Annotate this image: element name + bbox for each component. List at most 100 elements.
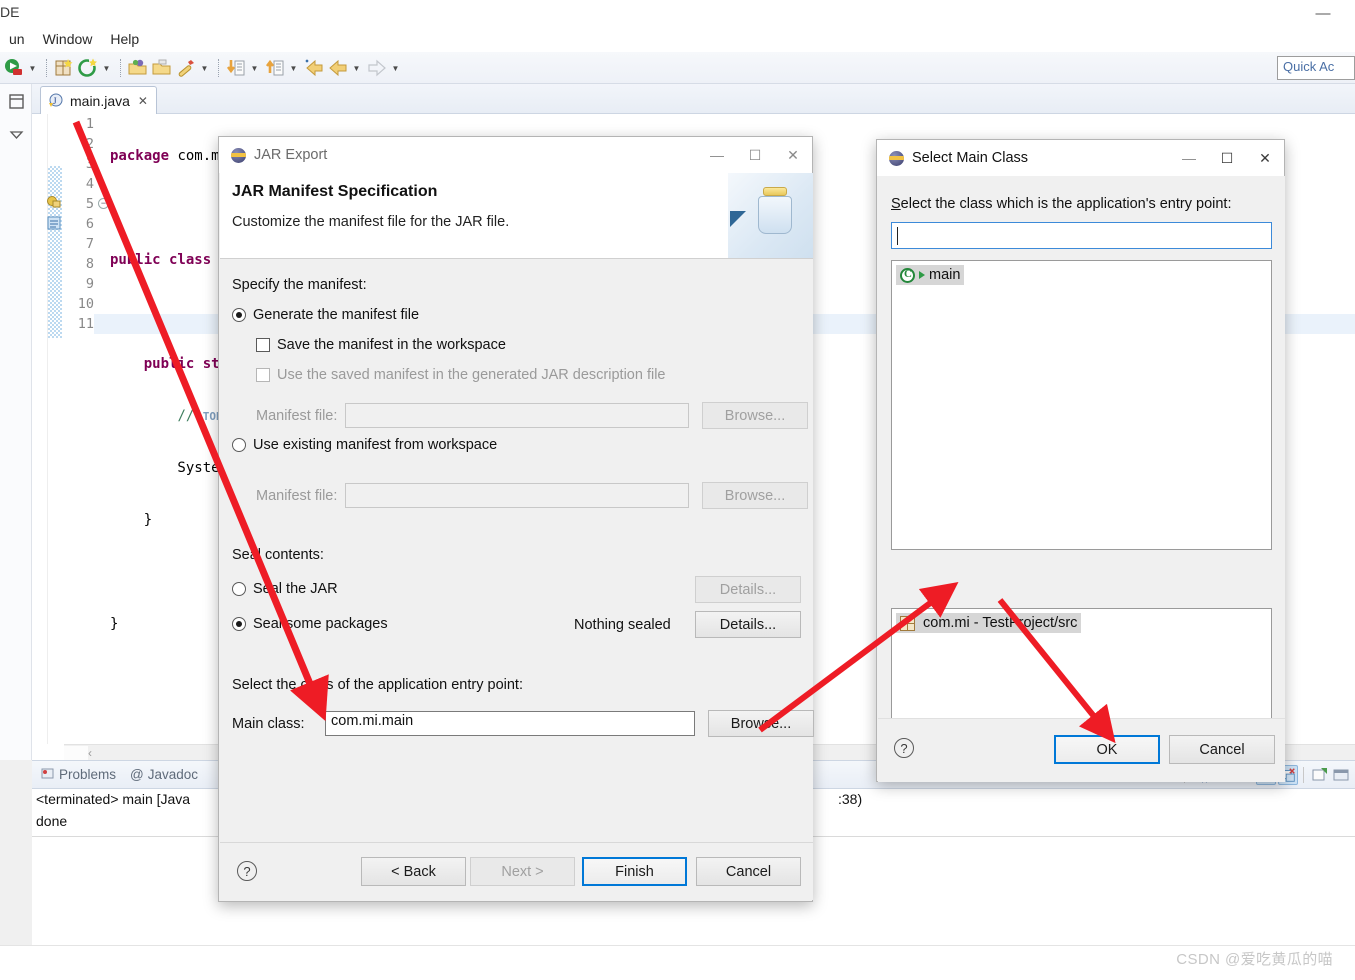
java-file-icon: J (49, 93, 64, 108)
tab-close-icon[interactable]: ✕ (138, 94, 148, 108)
nothing-sealed-status: Nothing sealed (574, 617, 671, 633)
back-icon[interactable] (327, 57, 349, 79)
jar-export-footer: ? < Back Next > Finish Cancel (220, 842, 813, 900)
forward-dropdown-icon[interactable]: ▼ (389, 57, 402, 79)
jar-export-minimize-button[interactable]: — (698, 137, 736, 173)
line-number: 8 (85, 256, 94, 272)
line-number: 2 (85, 136, 94, 152)
package-qualifier-list[interactable]: com.mi - TestProject/src (891, 608, 1272, 728)
debug-dropdown-icon[interactable]: ▼ (198, 57, 211, 79)
ok-button[interactable]: OK (1054, 735, 1160, 764)
toolbar-separator (218, 59, 219, 77)
warning-marker-icon (46, 194, 62, 215)
run-dropdown-icon[interactable]: ▼ (26, 57, 39, 79)
export-icon[interactable] (264, 57, 286, 79)
class-filter-input[interactable] (891, 222, 1272, 249)
use-saved-manifest-checkbox-mark (256, 368, 270, 382)
use-saved-manifest-checkbox: Use the saved manifest in the generated … (256, 367, 666, 383)
menu-run[interactable]: un (0, 29, 34, 49)
manifest-file-label-2: Manifest file: (256, 487, 338, 504)
help-icon[interactable]: ? (237, 861, 257, 881)
jar-export-header: JAR Manifest Specification Customize the… (220, 173, 813, 259)
save-manifest-checkbox-mark[interactable] (256, 338, 270, 352)
view-menu-icon[interactable] (0, 118, 32, 152)
window-minimize-button[interactable]: — (1311, 3, 1335, 23)
finish-button[interactable]: Finish (582, 857, 687, 886)
tab-problems[interactable]: Problems (40, 766, 116, 784)
select-main-body: Select the class which is the applicatio… (878, 176, 1285, 782)
back-dropdown-icon[interactable]: ▼ (350, 57, 363, 79)
maximize-panel-icon[interactable] (1331, 765, 1351, 785)
export-dropdown-icon[interactable]: ▼ (287, 57, 300, 79)
new-dropdown-icon[interactable]: ▼ (100, 57, 113, 79)
status-bar (0, 945, 1355, 980)
open-resource-icon[interactable] (151, 57, 173, 79)
menu-help[interactable]: Help (101, 29, 148, 49)
seal-jar-radio[interactable]: Seal the JAR (232, 581, 338, 597)
seal-packages-details-button[interactable]: Details... (695, 611, 801, 638)
restore-view-icon[interactable] (0, 84, 32, 118)
new-java-project-icon[interactable] (53, 57, 75, 79)
list-item[interactable]: com.mi - TestProject/src (896, 613, 1082, 633)
select-main-title: Select Main Class (912, 150, 1029, 166)
use-existing-manifest-radio[interactable]: Use existing manifest from workspace (232, 437, 497, 453)
menu-window[interactable]: Window (34, 29, 102, 49)
jar-export-heading: JAR Manifest Specification (232, 183, 438, 200)
jar-export-titlebar[interactable]: JAR Export — ☐ ✕ (219, 137, 812, 173)
jar-export-maximize-button[interactable]: ☐ (736, 137, 774, 173)
matching-classes-list[interactable]: main (891, 260, 1272, 550)
main-class-browse-button[interactable]: Browse... (708, 710, 814, 737)
import-icon[interactable] (225, 57, 247, 79)
entry-point-label: Select the class of the application entr… (232, 677, 523, 693)
jar-arrow-icon (730, 211, 746, 227)
seal-packages-radio-mark[interactable] (232, 617, 246, 631)
main-class-input[interactable]: com.mi.main (325, 711, 695, 736)
back-annotation-icon[interactable] (303, 57, 325, 79)
open-type-icon[interactable] (127, 57, 149, 79)
save-manifest-checkbox[interactable]: Save the manifest in the workspace (256, 337, 506, 353)
cancel-button[interactable]: Cancel (1169, 735, 1275, 764)
cancel-button[interactable]: Cancel (696, 857, 801, 886)
generate-manifest-radio[interactable]: Generate the manifest file (232, 307, 419, 323)
select-main-close-button[interactable]: ✕ (1246, 140, 1284, 176)
debug-icon[interactable] (175, 57, 197, 79)
select-main-maximize-button[interactable]: ☐ (1208, 140, 1246, 176)
back-button[interactable]: < Back (361, 857, 466, 886)
seal-jar-radio-mark[interactable] (232, 582, 246, 596)
fold-collapse-icon[interactable]: − (98, 198, 109, 209)
toolbar-separator (120, 59, 121, 77)
help-icon[interactable]: ? (894, 738, 914, 758)
java-class-icon (900, 267, 915, 283)
problems-icon (40, 766, 55, 784)
tab-javadoc[interactable]: @ Javadoc (130, 767, 198, 782)
scroll-left-chevron-icon[interactable]: ‹ (88, 745, 92, 761)
forward-icon[interactable] (366, 57, 388, 79)
manifest-file-row-1: Manifest file: Browse... (256, 402, 808, 429)
jar-export-close-button[interactable]: ✕ (774, 137, 812, 173)
runnable-marker-icon (919, 271, 925, 279)
generate-manifest-radio-mark[interactable] (232, 308, 246, 322)
quick-access-input[interactable]: Quick Ac (1277, 56, 1355, 80)
new-icon[interactable] (77, 57, 99, 79)
seal-packages-radio[interactable]: Seal some packages (232, 616, 388, 632)
tab-javadoc-label: Javadoc (147, 767, 199, 782)
occurrence-marker-bar (48, 166, 62, 338)
minimize-panel-icon[interactable] (1309, 765, 1329, 785)
console-left-gap (0, 760, 32, 945)
line-number: 7 (85, 236, 94, 252)
next-button: Next > (470, 857, 575, 886)
import-dropdown-icon[interactable]: ▼ (248, 57, 261, 79)
select-main-minimize-button[interactable]: — (1170, 140, 1208, 176)
select-main-titlebar[interactable]: Select Main Class — ☐ ✕ (877, 140, 1284, 176)
scrollbar-thumb[interactable] (64, 746, 88, 760)
run-icon[interactable] (3, 57, 25, 79)
list-item[interactable]: main (896, 265, 965, 285)
todo-marker-icon (46, 215, 62, 236)
tab-main-java[interactable]: J main.java ✕ (40, 86, 157, 114)
prompt-rest: elect the class which is the application… (900, 196, 1232, 212)
editor-tabstrip: J main.java ✕ (32, 84, 1355, 114)
line-number: 10 (77, 296, 94, 312)
svg-text:J: J (53, 96, 57, 106)
use-existing-manifest-radio-mark[interactable] (232, 438, 246, 452)
jar-export-body: Specify the manifest: Generate the manif… (220, 259, 814, 845)
